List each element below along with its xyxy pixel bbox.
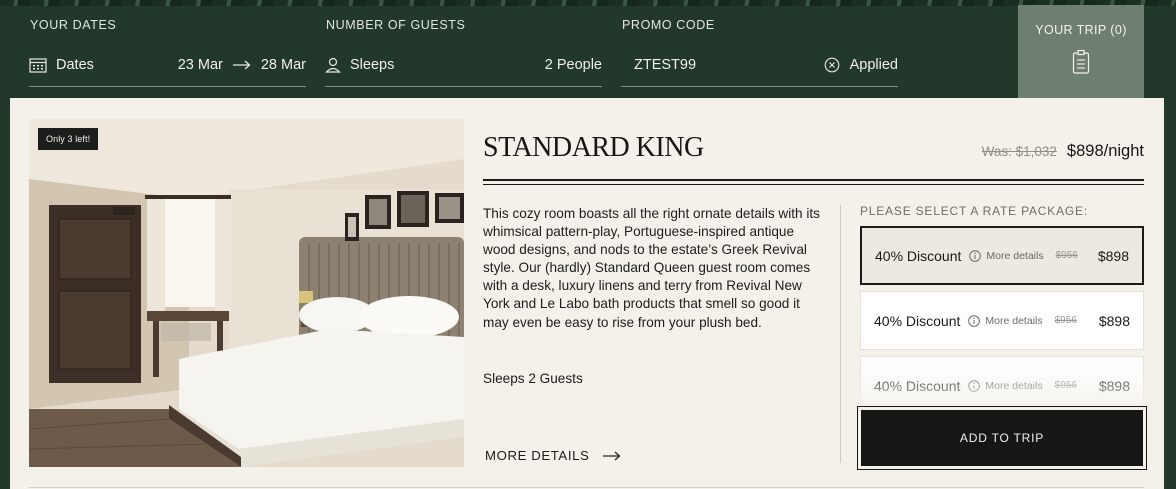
vertical-divider	[840, 205, 841, 463]
package-old-price: $956	[1055, 250, 1078, 261]
your-trip-label: YOUR TRIP (0)	[1035, 23, 1127, 37]
clear-circle-icon[interactable]	[824, 57, 840, 73]
package-name: 40% Discount	[874, 312, 961, 329]
dates-field-label: Dates	[56, 57, 94, 73]
package-old-price: $956	[1054, 315, 1077, 326]
title-divider	[483, 179, 1144, 181]
package-name: 40% Discount	[875, 247, 962, 264]
package-info[interactable]: More details	[968, 379, 1043, 392]
package-more-details: More details	[986, 249, 1044, 262]
package-old-price: $956	[1054, 380, 1077, 391]
dates-label: YOUR DATES	[30, 18, 117, 32]
package-info[interactable]: More details	[968, 314, 1043, 327]
promo-label: PROMO CODE	[622, 18, 715, 32]
availability-badge: Only 3 left!	[38, 128, 99, 150]
clipboard-icon	[1072, 49, 1090, 75]
package-info[interactable]: More details	[969, 249, 1044, 262]
title-divider-thin	[483, 184, 1144, 185]
promo-status: Applied	[849, 57, 898, 73]
guests-field[interactable]: Sleeps 2 People	[325, 44, 602, 87]
room-photo[interactable]: Only 3 left!	[29, 119, 464, 467]
package-more-details: More details	[985, 379, 1043, 392]
room-capacity: Sleeps 2 Guests	[483, 371, 583, 386]
guests-value: 2 People	[544, 57, 602, 73]
info-icon	[969, 249, 982, 262]
rate-package-option[interactable]: 40% Discount More details $956 $898	[860, 356, 1144, 404]
rate-package-list[interactable]: 40% Discount More details $956 $898 40% …	[860, 226, 1144, 404]
was-price: Was: $1,032	[981, 144, 1057, 159]
arrow-right-icon	[603, 451, 621, 461]
promo-code-value: ZTEST99	[634, 57, 697, 73]
check-in-date: 23 Mar	[177, 57, 223, 73]
arrow-right-icon	[232, 60, 251, 70]
bottom-divider	[29, 487, 1144, 488]
info-icon	[968, 314, 981, 327]
more-details-label: MORE DETAILS	[485, 448, 590, 463]
your-trip-button[interactable]: YOUR TRIP (0)	[1018, 5, 1144, 99]
rate-package-option[interactable]: 40% Discount More details $956 $898	[860, 291, 1144, 350]
package-price: $898	[1097, 247, 1129, 264]
calendar-icon	[29, 57, 47, 73]
rate-package-label: PLEASE SELECT A RATE PACKAGE:	[860, 204, 1088, 218]
booking-bar: YOUR DATES Dates 23 Mar 28 Mar NUMBER OF…	[0, 0, 1176, 99]
promo-field[interactable]: ZTEST99 Applied	[621, 44, 898, 87]
room-card: Only 3 left! STANDARD KING Was: $1,032 $…	[10, 98, 1164, 489]
info-icon	[968, 379, 981, 392]
price-row: Was: $1,032 $898/night	[982, 142, 1144, 161]
add-to-trip-button[interactable]: ADD TO TRIP	[857, 406, 1147, 470]
package-price: $898	[1098, 377, 1130, 394]
package-name: 40% Discount	[874, 377, 961, 394]
more-details-link[interactable]: MORE DETAILS	[485, 448, 621, 463]
room-description: This cozy room boasts all the right orna…	[483, 206, 820, 330]
person-icon	[325, 57, 341, 73]
nightly-price: $898/night	[1066, 142, 1144, 160]
guests-label: NUMBER OF GUESTS	[326, 18, 466, 32]
rate-package-option[interactable]: 40% Discount More details $956 $898	[860, 226, 1144, 285]
check-out-date: 28 Mar	[260, 57, 306, 73]
guests-field-label: Sleeps	[350, 57, 395, 73]
dates-field[interactable]: Dates 23 Mar 28 Mar	[29, 44, 306, 87]
room-title: STANDARD KING	[483, 132, 704, 163]
package-price: $898	[1098, 312, 1130, 329]
package-more-details: More details	[985, 314, 1043, 327]
